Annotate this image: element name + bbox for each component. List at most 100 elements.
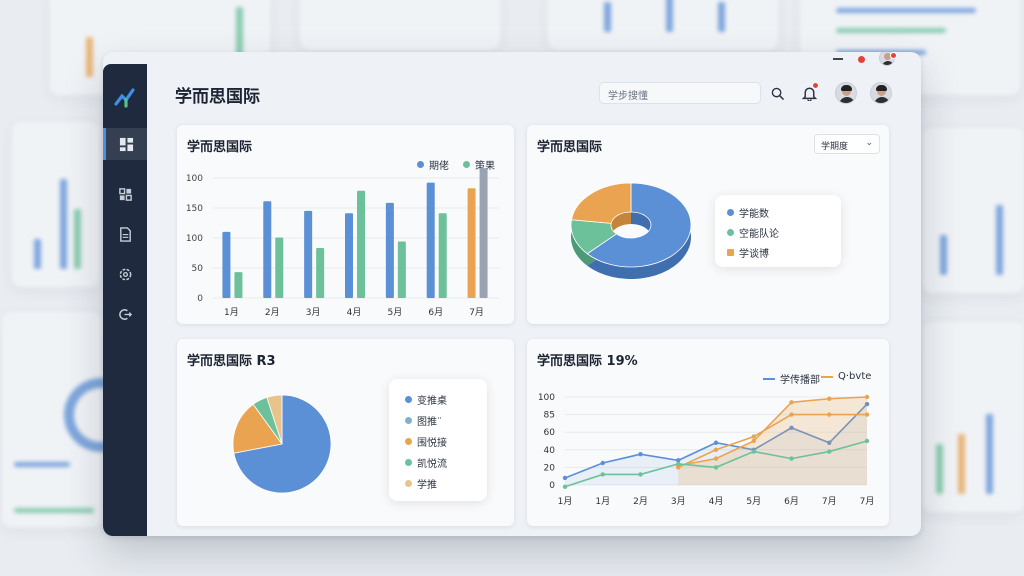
data-point <box>827 396 832 401</box>
app-window: 学而思国际 学步搜懂 学而思国际 期佬 策果 0 50 100 150 100 1月 2月 3… <box>103 52 921 536</box>
data-point <box>827 412 832 417</box>
x-tick-label: 1月 <box>224 307 239 318</box>
sidebar-item-documents[interactable] <box>103 218 147 250</box>
pie-chart <box>232 394 332 494</box>
line-chart-title: 学而思国际 19% <box>537 354 638 369</box>
logo-icon <box>114 88 135 108</box>
x-tick-label: 5月 <box>387 307 402 318</box>
y-tick-label: 60 <box>544 428 556 438</box>
minimize-button[interactable] <box>833 58 843 60</box>
y-tick-label: 40 <box>544 446 556 456</box>
y-tick-label: 150 <box>186 204 203 214</box>
legend-item: 空能队论 <box>727 225 779 240</box>
bar <box>357 190 365 298</box>
period-select[interactable]: 学期度 ⌄ <box>814 134 880 154</box>
notification-badge <box>812 82 819 89</box>
legend-item: 图推¨ <box>405 413 442 428</box>
line-chart-card: 学而思国际 19% 学传播部 Q·bvte 0 20 40 60 85 100 1月 1月 2月… <box>527 339 889 526</box>
bar <box>467 188 476 298</box>
y-tick-label: 50 <box>192 264 204 274</box>
legend-item: 学谈博 <box>727 245 769 260</box>
bar <box>234 272 243 298</box>
y-tick-label: 85 <box>544 411 555 421</box>
data-point <box>562 475 568 481</box>
data-point <box>864 438 870 444</box>
data-point <box>751 434 756 439</box>
x-tick-label: 4月 <box>709 496 724 507</box>
legend-item: 学能数 <box>727 205 769 220</box>
data-point <box>789 412 794 417</box>
y-tick-label: 100 <box>538 393 555 403</box>
data-point <box>713 465 719 470</box>
data-point <box>600 472 605 477</box>
legend-item: Q·bvte <box>821 371 871 382</box>
data-point <box>600 460 605 466</box>
bar <box>275 237 284 298</box>
donut-chart-card: 学而思国际 学期度 ⌄ 学能数 空能队论 学谈博 <box>527 125 889 324</box>
dashboard-icon <box>119 137 134 151</box>
y-tick-label: 20 <box>544 463 556 473</box>
sidebar-item-apps[interactable] <box>103 178 147 210</box>
bar-chart-card: 学而思国际 期佬 策果 0 50 100 150 100 1月 2月 3月 4月 5月 6月 7月 <box>177 125 514 324</box>
sidebar-item-dashboard[interactable] <box>103 128 147 160</box>
donut-chart-title: 学而思国际 <box>537 140 603 155</box>
avatar[interactable] <box>835 82 857 104</box>
page-title: 学而思国际 <box>175 87 260 107</box>
bar <box>263 201 272 298</box>
apps-icon <box>118 187 132 201</box>
search-input[interactable]: 学步搜懂 <box>599 82 761 104</box>
legend-item: 学传播部 <box>763 371 820 386</box>
donut-legend: 学能数 空能队论 学谈博 <box>715 195 841 267</box>
close-dot-icon[interactable] <box>858 56 865 63</box>
x-tick-label: 6月 <box>784 496 799 507</box>
x-tick-label: 2月 <box>265 307 280 318</box>
background-dashboard <box>300 0 500 50</box>
sidebar <box>103 64 147 536</box>
x-tick-label: 1月 <box>595 496 610 507</box>
bar-chart-title: 学而思国际 <box>187 140 253 155</box>
data-point <box>713 440 719 445</box>
avatar[interactable] <box>870 82 892 104</box>
y-tick-label: 100 <box>186 234 203 244</box>
x-tick-label: 2月 <box>633 496 648 507</box>
data-point <box>864 412 870 417</box>
x-tick-label: 3月 <box>306 307 321 318</box>
document-icon <box>119 226 131 242</box>
sidebar-item-settings[interactable] <box>103 258 147 290</box>
x-tick-label: 5月 <box>746 496 761 507</box>
x-tick-label: 7月 <box>860 496 875 507</box>
y-tick-label: 0 <box>549 481 555 491</box>
data-point <box>789 400 794 405</box>
sidebar-item-logout[interactable] <box>103 298 147 330</box>
background-dashboard <box>2 312 138 527</box>
legend-item: 变推桌 <box>405 392 447 407</box>
background-dashboard <box>922 128 1024 293</box>
line-chart: 0 20 40 60 85 100 1月 1月 2月 3月 4月 5月 6月 7月 7月 <box>538 393 875 507</box>
data-point <box>864 394 870 400</box>
legend-item: 学推 <box>405 476 437 491</box>
x-tick-label: 3月 <box>671 496 686 507</box>
data-point <box>827 449 832 454</box>
background-dashboard <box>12 122 100 287</box>
x-tick-label: 7月 <box>822 496 837 507</box>
data-point <box>562 484 568 489</box>
bar <box>316 247 325 298</box>
chevron-down-icon: ⌄ <box>865 138 873 148</box>
notification-badge <box>890 52 897 59</box>
data-point <box>751 438 756 444</box>
y-tick-label: 0 <box>197 294 203 304</box>
x-tick-label: 6月 <box>428 307 443 318</box>
bar <box>304 210 313 298</box>
data-point <box>638 452 643 457</box>
search-icon[interactable] <box>771 87 784 100</box>
logout-icon <box>118 308 132 320</box>
x-tick-label: 4月 <box>347 307 362 318</box>
legend-item: 围悦接 <box>405 434 447 449</box>
bar <box>479 168 488 298</box>
data-point <box>751 449 756 454</box>
x-tick-label: 1月 <box>558 496 573 507</box>
data-point <box>713 456 719 461</box>
data-point <box>638 472 643 477</box>
legend-item: 凯悦流 <box>405 455 447 470</box>
y-tick-label: 100 <box>186 174 203 184</box>
